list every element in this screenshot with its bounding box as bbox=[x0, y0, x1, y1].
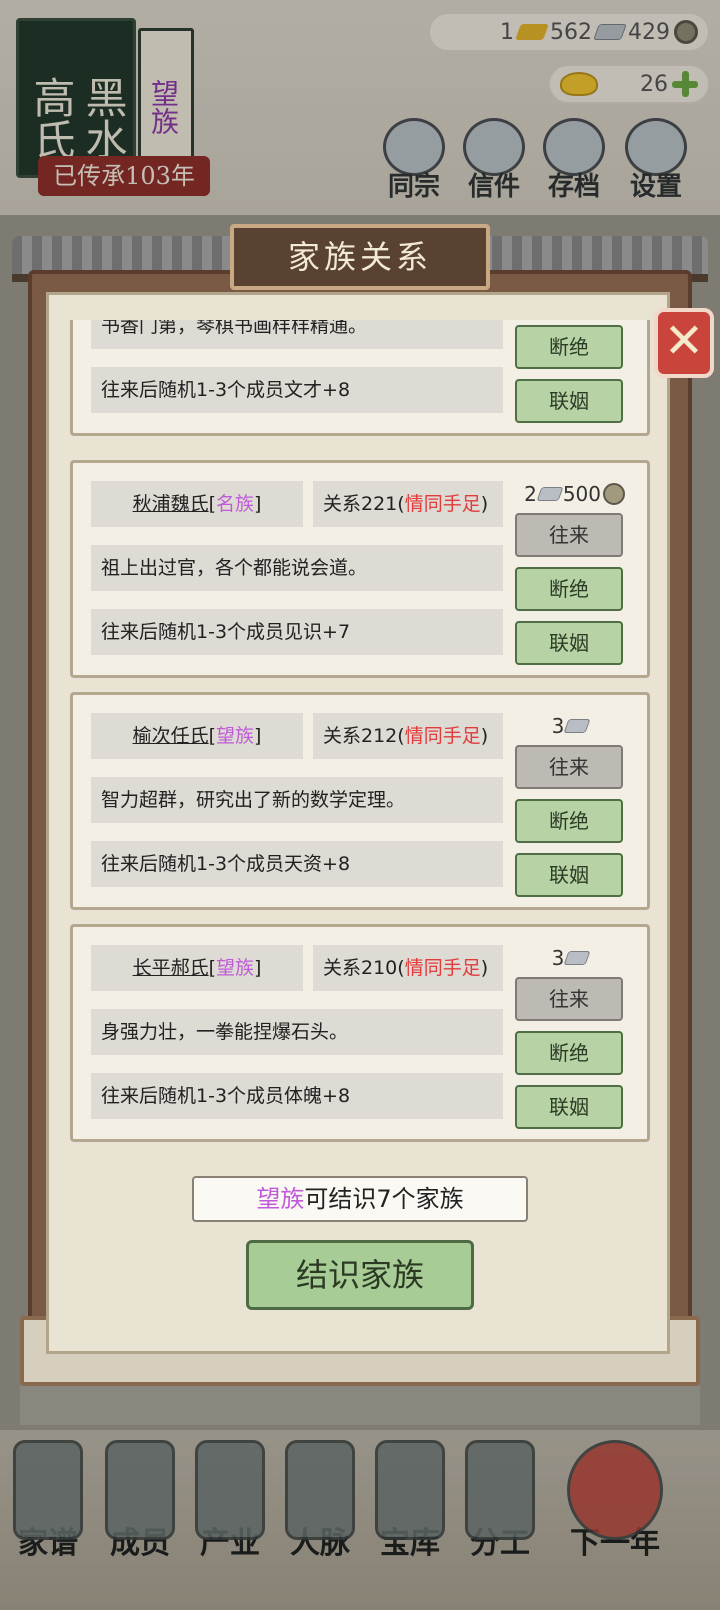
coin-icon bbox=[603, 483, 625, 505]
befriend-family-button[interactable]: 结识家族 bbox=[246, 1240, 474, 1310]
family-name-cell[interactable]: 榆次任氏[望族] bbox=[91, 713, 303, 759]
family-rank: 望族 bbox=[216, 725, 255, 747]
family-desc: 书香门第，琴棋书画样样精通。 bbox=[91, 320, 503, 349]
relation-status: 情同手足 bbox=[404, 957, 481, 979]
family-bonus: 往来后随机1-3个成员见识+7 bbox=[91, 609, 503, 655]
family-desc: 祖上出过官，各个都能说会道。 bbox=[91, 545, 503, 591]
family-limit-info: 望族可结识7个家族 bbox=[192, 1176, 528, 1222]
relation-close: ) bbox=[480, 957, 489, 979]
family-card: 长平郝氏[望族] 关系210(情同手足) 3 往来 身强力壮，一拳能捏爆石头。 … bbox=[70, 924, 650, 1142]
relation-close: ) bbox=[480, 725, 489, 747]
family-name-cell[interactable]: 秋浦魏氏[名族] bbox=[91, 481, 303, 527]
visit-button[interactable]: 往来 bbox=[515, 977, 623, 1021]
info-rank: 望族 bbox=[256, 1185, 305, 1213]
cost-silver: 2 bbox=[524, 482, 537, 506]
relation-status: 情同手足 bbox=[404, 493, 481, 515]
family-desc: 智力超群，研究出了新的数学定理。 bbox=[91, 777, 503, 823]
silver-bar-icon bbox=[563, 951, 591, 965]
break-button[interactable]: 断绝 bbox=[515, 567, 623, 611]
marry-button[interactable]: 联姻 bbox=[515, 1085, 623, 1129]
family-rank: 望族 bbox=[216, 957, 255, 979]
visit-button[interactable]: 往来 bbox=[515, 513, 623, 557]
relation-cell: 关系212(情同手足) bbox=[313, 713, 503, 759]
cost-silver: 3 bbox=[551, 946, 565, 970]
family-name-link[interactable]: 长平郝氏 bbox=[133, 957, 209, 979]
relation-value: 关系212( bbox=[323, 725, 405, 747]
family-rank: 名族 bbox=[216, 493, 255, 515]
visit-cost: 3 bbox=[515, 941, 625, 975]
silver-bar-icon bbox=[563, 719, 591, 733]
relation-status: 情同手足 bbox=[404, 725, 481, 747]
relation-value: 关系221( bbox=[323, 493, 405, 515]
family-card: 书香门第，琴棋书画样样精通。 断绝 往来后随机1-3个成员文才+8 联姻 bbox=[70, 320, 650, 436]
family-desc: 身强力壮，一拳能捏爆石头。 bbox=[91, 1009, 503, 1055]
break-button[interactable]: 断绝 bbox=[515, 325, 623, 369]
family-list[interactable]: 书香门第，琴棋书画样样精通。 断绝 往来后随机1-3个成员文才+8 联姻 秋浦魏… bbox=[68, 320, 652, 1160]
family-name-cell[interactable]: 长平郝氏[望族] bbox=[91, 945, 303, 991]
relation-close: ) bbox=[480, 493, 489, 515]
close-button[interactable]: ✕ bbox=[654, 308, 714, 378]
break-button[interactable]: 断绝 bbox=[515, 799, 623, 843]
family-card: 秋浦魏氏[名族] 关系221(情同手足) 2 500 往来 祖上出过官，各个都能… bbox=[70, 460, 650, 678]
marry-button[interactable]: 联姻 bbox=[515, 379, 623, 423]
dialog-title: 家族关系 bbox=[230, 224, 490, 290]
marry-button[interactable]: 联姻 bbox=[515, 853, 623, 897]
family-bonus: 往来后随机1-3个成员天资+8 bbox=[91, 841, 503, 887]
cost-coins: 500 bbox=[562, 482, 601, 506]
family-name-link[interactable]: 秋浦魏氏 bbox=[133, 493, 209, 515]
silver-bar-icon bbox=[536, 487, 564, 501]
visit-cost: 2 500 bbox=[515, 477, 625, 511]
break-button[interactable]: 断绝 bbox=[515, 1031, 623, 1075]
relation-value: 关系210( bbox=[323, 957, 405, 979]
visit-button[interactable]: 往来 bbox=[515, 745, 623, 789]
relation-cell: 关系210(情同手足) bbox=[313, 945, 503, 991]
marry-button[interactable]: 联姻 bbox=[515, 621, 623, 665]
info-text: 可结识7个家族 bbox=[304, 1185, 464, 1213]
visit-cost: 3 bbox=[515, 709, 625, 743]
cost-silver: 3 bbox=[551, 714, 565, 738]
family-name-link[interactable]: 榆次任氏 bbox=[133, 725, 209, 747]
relation-cell: 关系221(情同手足) bbox=[313, 481, 503, 527]
family-bonus: 往来后随机1-3个成员体魄+8 bbox=[91, 1073, 503, 1119]
family-bonus: 往来后随机1-3个成员文才+8 bbox=[91, 367, 503, 413]
family-card: 榆次任氏[望族] 关系212(情同手足) 3 往来 智力超群，研究出了新的数学定… bbox=[70, 692, 650, 910]
close-x-icon: ✕ bbox=[663, 313, 705, 369]
